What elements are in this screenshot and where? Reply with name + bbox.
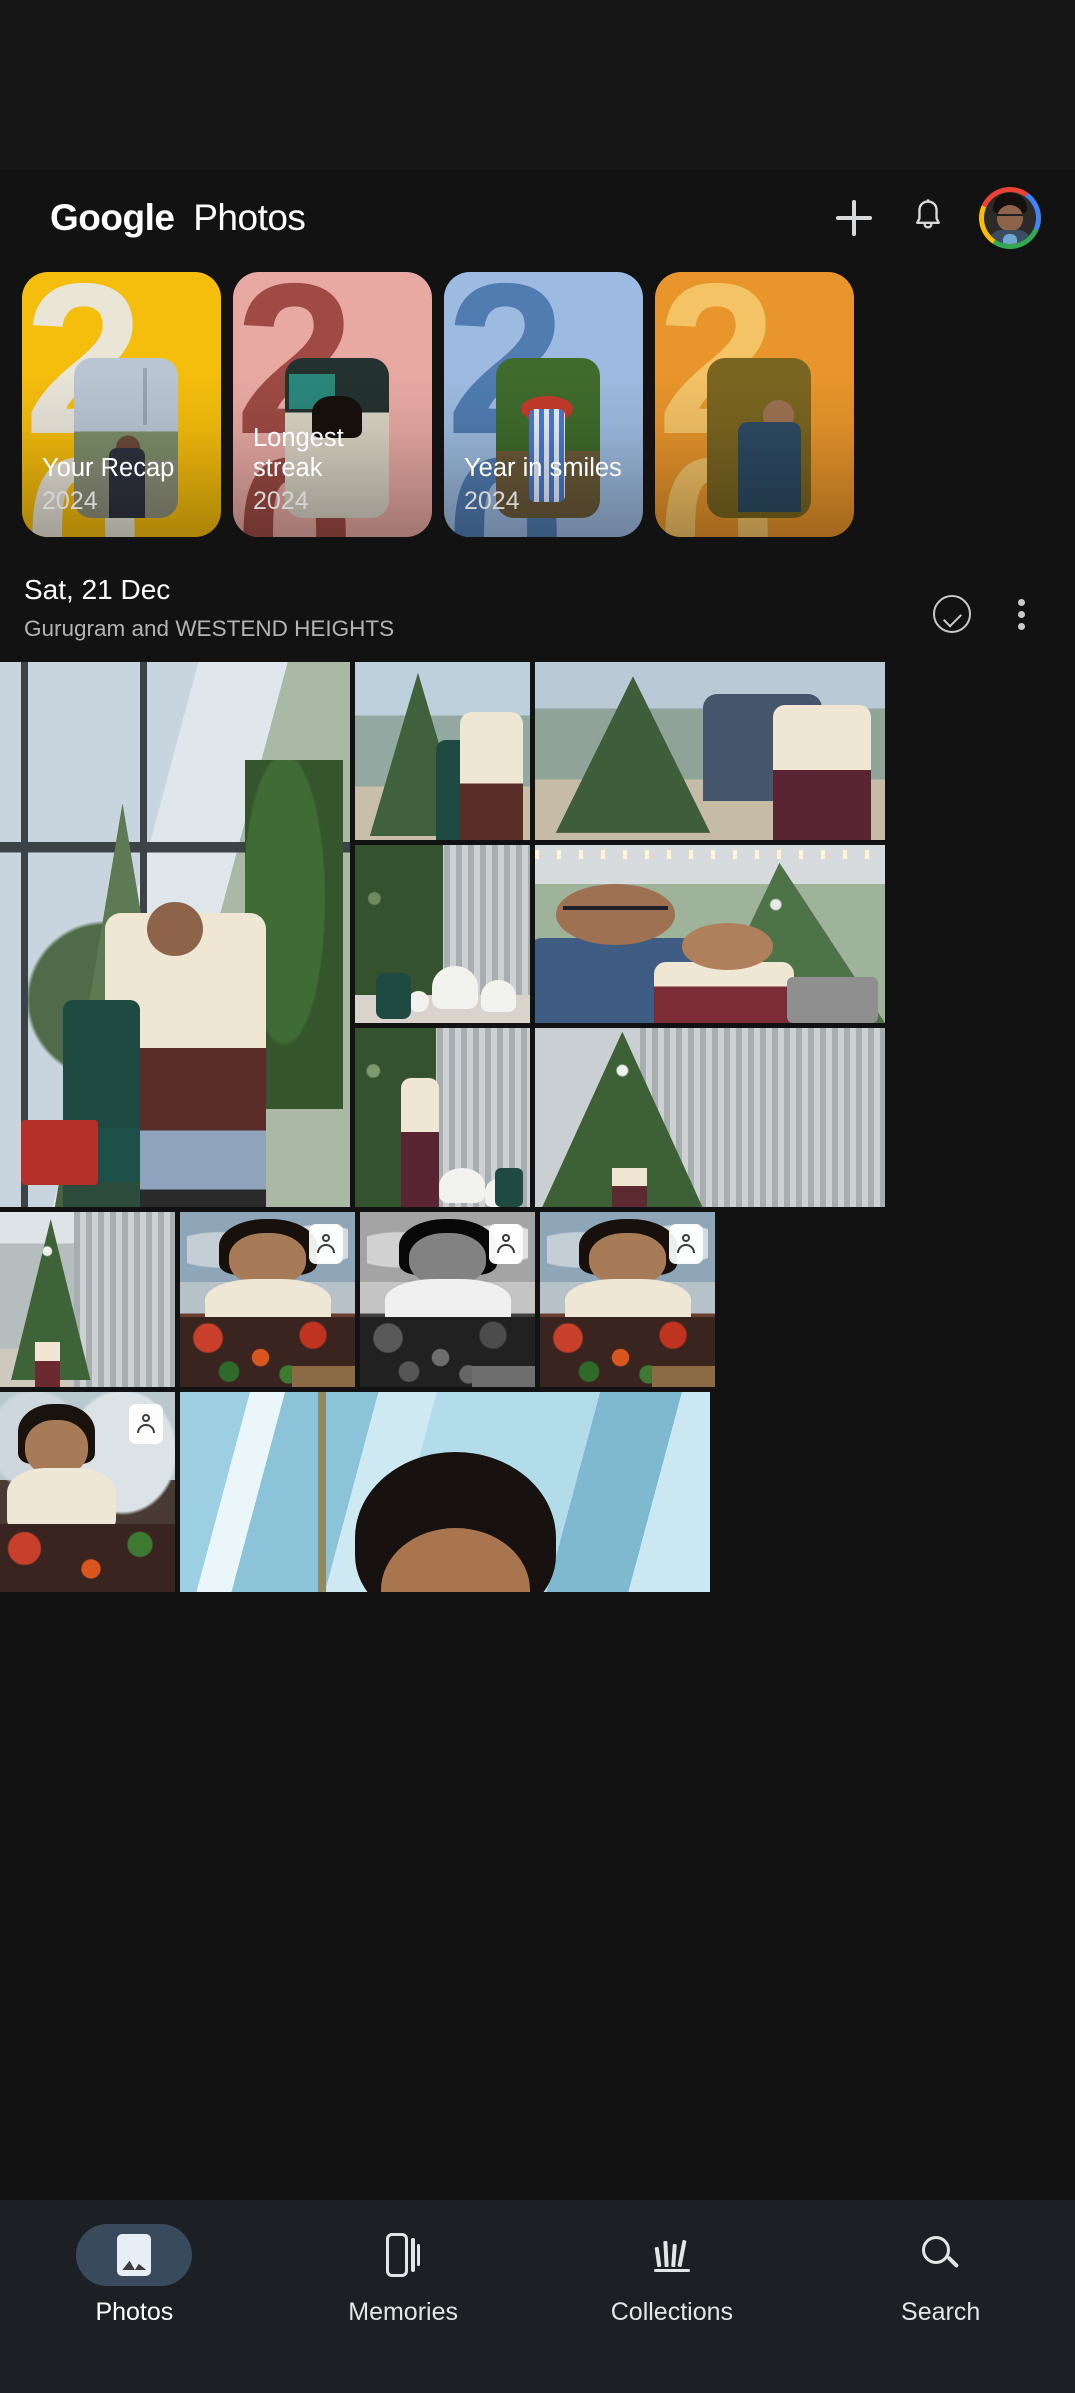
memory-label: Longest streak 2024 xyxy=(253,423,420,517)
collections-icon xyxy=(652,2235,692,2275)
nav-item-search[interactable]: Search xyxy=(806,2224,1075,2327)
photo-tile[interactable] xyxy=(355,845,530,1023)
memory-label: Your Recap 2024 xyxy=(42,453,209,517)
more-options-button[interactable] xyxy=(993,585,1051,643)
memory-title: Year in smiles xyxy=(464,454,622,482)
nav-label-search: Search xyxy=(901,2298,981,2326)
photo-tile[interactable] xyxy=(535,662,885,840)
portrait-mode-icon xyxy=(309,1224,343,1264)
memory-title: Longest streak xyxy=(253,424,344,482)
bottom-navigation: Photos Memories Collections Search xyxy=(0,2200,1075,2393)
memories-icon xyxy=(386,2233,421,2277)
date-section-header: Sat, 21 Dec Gurugram and WESTEND HEIGHTS xyxy=(0,547,1075,662)
search-icon xyxy=(921,2236,960,2274)
avatar-image xyxy=(984,191,1036,244)
nav-label-photos: Photos xyxy=(95,2298,174,2326)
photo-row xyxy=(0,1392,1075,1592)
photos-icon xyxy=(117,2234,152,2276)
bell-icon xyxy=(916,198,940,229)
photo-tile[interactable] xyxy=(535,1028,885,1207)
nav-pill-search xyxy=(883,2224,999,2286)
memories-carousel[interactable]: 2024 Your Recap 2024 2024 Longest streak… xyxy=(0,272,1075,547)
memory-card-longest-streak[interactable]: 2024 Longest streak 2024 xyxy=(233,272,432,537)
app-header: Google Photos xyxy=(0,170,1075,265)
memory-year: 2024 xyxy=(42,487,98,515)
nav-pill-memories xyxy=(345,2224,461,2286)
nav-pill-collections xyxy=(614,2224,730,2286)
select-all-button[interactable] xyxy=(923,585,981,643)
memory-label: Year in smiles 2024 xyxy=(464,453,631,517)
memory-card-year-in-smiles[interactable]: 2024 Year in smiles 2024 xyxy=(444,272,643,537)
nav-item-collections[interactable]: Collections xyxy=(538,2224,807,2327)
memory-year: 2024 xyxy=(464,487,520,515)
nav-item-memories[interactable]: Memories xyxy=(269,2224,538,2327)
brand-photos: Photos xyxy=(193,196,306,238)
date-subtitle: Gurugram and WESTEND HEIGHTS xyxy=(24,616,395,641)
memory-card-your-recap[interactable]: 2024 Your Recap 2024 xyxy=(22,272,221,537)
more-vert-icon xyxy=(1018,594,1026,635)
nav-label-memories: Memories xyxy=(348,2298,458,2326)
memory-card-partial[interactable]: 2024 xyxy=(655,272,854,537)
portrait-mode-icon xyxy=(489,1224,523,1264)
photo-tile[interactable] xyxy=(0,1392,175,1592)
memory-title: Your Recap xyxy=(42,454,175,482)
plus-icon xyxy=(836,199,872,236)
date-title: Sat, 21 Dec xyxy=(24,574,171,605)
portrait-mode-icon xyxy=(669,1224,703,1264)
add-button[interactable] xyxy=(817,181,891,255)
nav-label-collections: Collections xyxy=(610,2298,734,2326)
photo-grid xyxy=(0,662,1075,1592)
nav-pill-photos xyxy=(76,2224,193,2286)
brand-google: Google xyxy=(50,196,175,238)
google-photos-app: Google Photos 2024 xyxy=(0,0,1075,2393)
photo-tile[interactable] xyxy=(540,1212,715,1387)
photo-tile[interactable] xyxy=(535,845,885,1023)
notifications-button[interactable] xyxy=(891,181,965,255)
photo-tile[interactable] xyxy=(180,1392,710,1592)
photo-tile[interactable] xyxy=(0,662,350,1207)
memory-year: 2024 xyxy=(253,487,309,515)
status-bar xyxy=(0,0,1075,170)
check-circle-icon xyxy=(933,595,971,633)
photo-tile[interactable] xyxy=(0,1212,175,1387)
photo-row xyxy=(0,1212,1075,1387)
photo-row xyxy=(0,662,1075,1207)
photo-tile[interactable] xyxy=(360,1212,535,1387)
app-brand: Google Photos xyxy=(50,196,306,239)
avatar[interactable] xyxy=(979,186,1041,249)
photo-tile[interactable] xyxy=(355,1028,530,1207)
photo-tile[interactable] xyxy=(355,662,530,840)
nav-item-photos[interactable]: Photos xyxy=(0,2224,269,2327)
portrait-mode-icon xyxy=(129,1404,163,1444)
photo-tile[interactable] xyxy=(180,1212,355,1387)
